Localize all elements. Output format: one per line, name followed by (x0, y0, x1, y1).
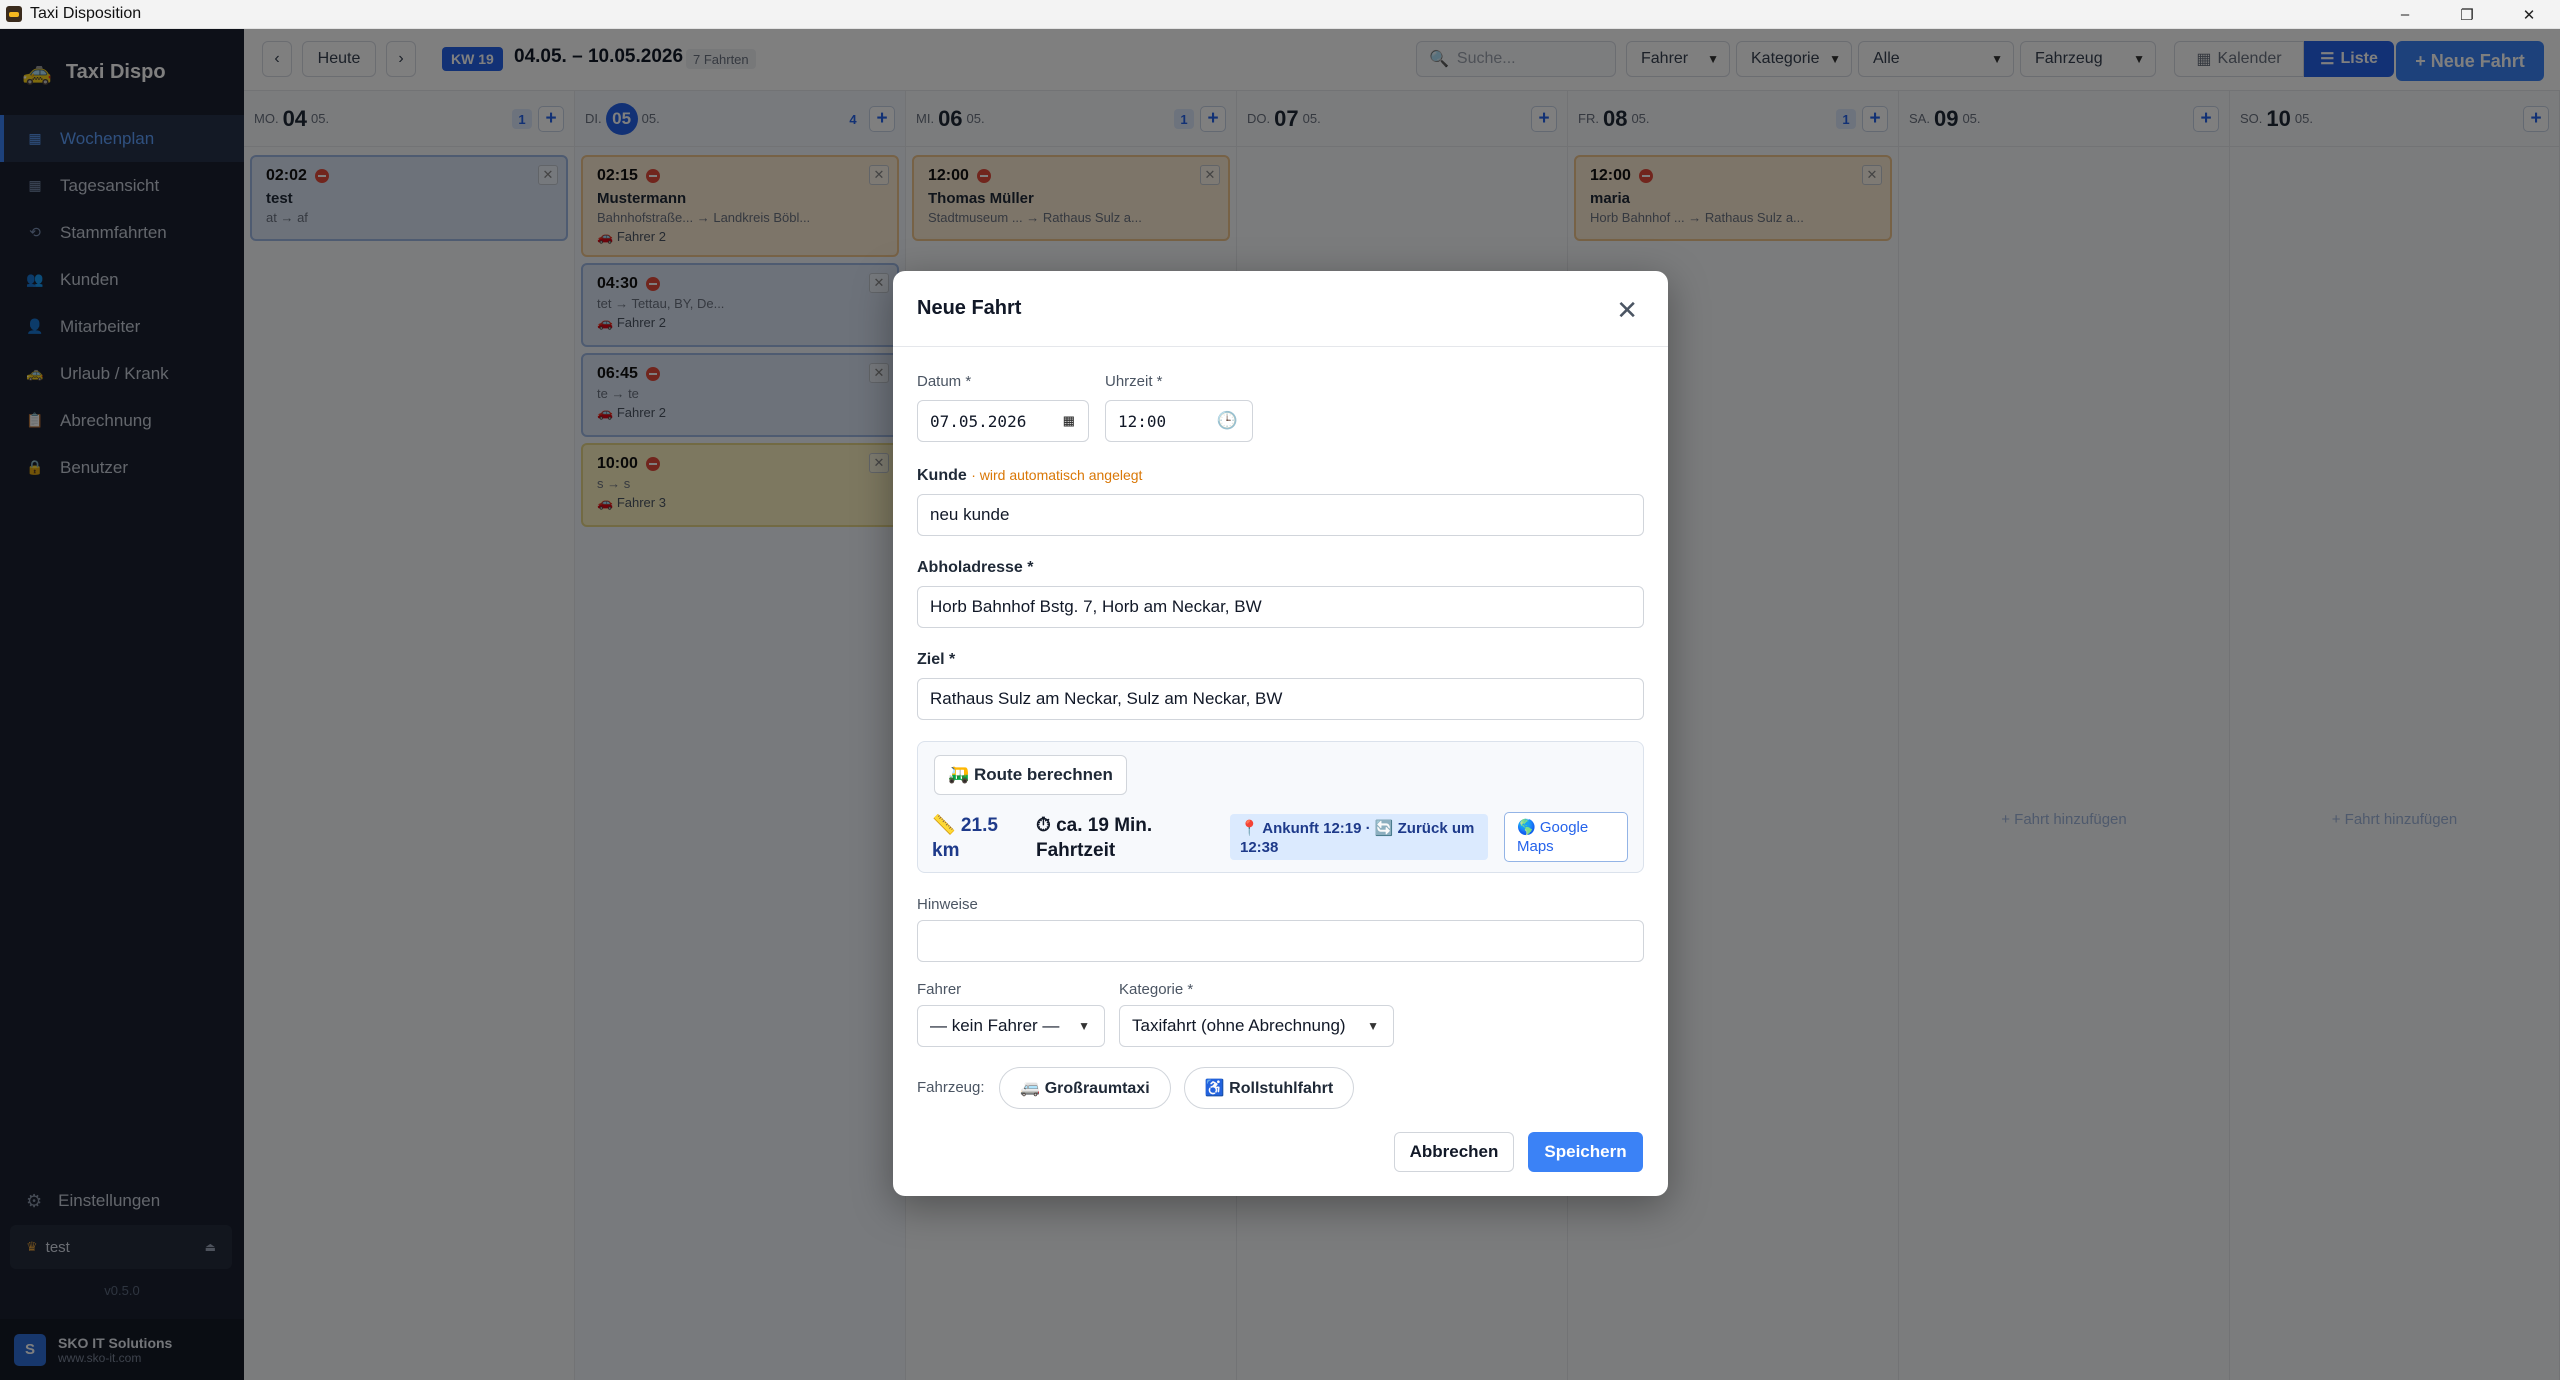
window-titlebar: Taxi Disposition – ❐ ✕ (0, 0, 2560, 29)
maximize-button[interactable]: ❐ (2436, 0, 2498, 29)
date-label: Datum * (917, 373, 972, 390)
date-value: 07.05.2026 (930, 411, 1027, 431)
google-maps-button[interactable]: 🌎 Google Maps (1504, 812, 1628, 862)
window-title: Taxi Disposition (30, 5, 142, 22)
customer-label: Kunde · wird automatisch angelegt (917, 467, 1142, 485)
time-value: 12:00 (1118, 411, 1167, 431)
calculate-route-button[interactable]: 🛺 Route berechnen (934, 755, 1127, 795)
close-window-button[interactable]: ✕ (2498, 0, 2560, 29)
time-label: Uhrzeit * (1105, 373, 1163, 390)
category-select[interactable]: Taxifahrt (ohne Abrechnung) ▼ (1119, 1005, 1394, 1047)
wheelchair-toggle[interactable]: ♿ Rollstuhlfahrt (1184, 1067, 1354, 1109)
clock-icon[interactable]: 🕒 (1217, 411, 1238, 431)
date-field[interactable]: 07.05.2026 ▦ (917, 400, 1089, 442)
destination-label: Ziel * (917, 651, 956, 668)
driver-select[interactable]: — kein Fahrer — ▼ (917, 1005, 1105, 1047)
customer-auto-note: · wird automatisch angelegt (971, 467, 1143, 483)
notes-input[interactable] (917, 920, 1644, 962)
vehicle-label: Fahrzeug: (917, 1079, 985, 1096)
app-icon (6, 6, 22, 22)
route-distance: 📏 21.5 km (932, 815, 998, 861)
driver-label: Fahrer (917, 981, 962, 998)
modal-backdrop[interactable]: Neue Fahrt ✕ Datum * 07.05.2026 ▦ Uhrzei… (0, 29, 2560, 1380)
minimize-button[interactable]: – (2374, 0, 2436, 29)
time-field[interactable]: 12:00 🕒 (1105, 400, 1253, 442)
cancel-button[interactable]: Abbrechen (1394, 1132, 1514, 1172)
notes-label: Hinweise (917, 896, 978, 913)
arrival-info: 📍 Ankunft 12:19 · 🔄 Zurück um 12:38 (1230, 814, 1488, 860)
driver-select-value: — kein Fahrer — (930, 1016, 1060, 1035)
large-taxi-toggle[interactable]: 🚐 Großraumtaxi (999, 1067, 1171, 1109)
pickup-address-input[interactable]: Horb Bahnhof Bstg. 7, Horb am Neckar, BW (917, 586, 1644, 628)
customer-label-text: Kunde (917, 467, 967, 484)
pickup-label: Abholadresse * (917, 559, 1034, 576)
save-button[interactable]: Speichern (1528, 1132, 1643, 1172)
destination-input[interactable]: Rathaus Sulz am Neckar, Sulz am Neckar, … (917, 678, 1644, 720)
customer-input[interactable]: neu kunde (917, 494, 1644, 536)
route-panel: 🛺 Route berechnen 📏 21.5 km ⏱ ca. 19 Min… (917, 741, 1644, 873)
chevron-down-icon: ▼ (1078, 1019, 1090, 1033)
new-trip-dialog: Neue Fahrt ✕ Datum * 07.05.2026 ▦ Uhrzei… (893, 271, 1668, 1196)
category-label: Kategorie * (1119, 981, 1194, 998)
dialog-header: Neue Fahrt ✕ (893, 271, 1668, 347)
close-icon[interactable]: ✕ (1616, 295, 1638, 326)
category-select-value: Taxifahrt (ohne Abrechnung) (1132, 1016, 1346, 1035)
route-duration: ⏱ ca. 19 Min. Fahrtzeit (1036, 815, 1153, 861)
calendar-icon[interactable]: ▦ (1064, 411, 1074, 431)
chevron-down-icon: ▼ (1367, 1019, 1379, 1033)
dialog-title: Neue Fahrt (917, 297, 1022, 319)
